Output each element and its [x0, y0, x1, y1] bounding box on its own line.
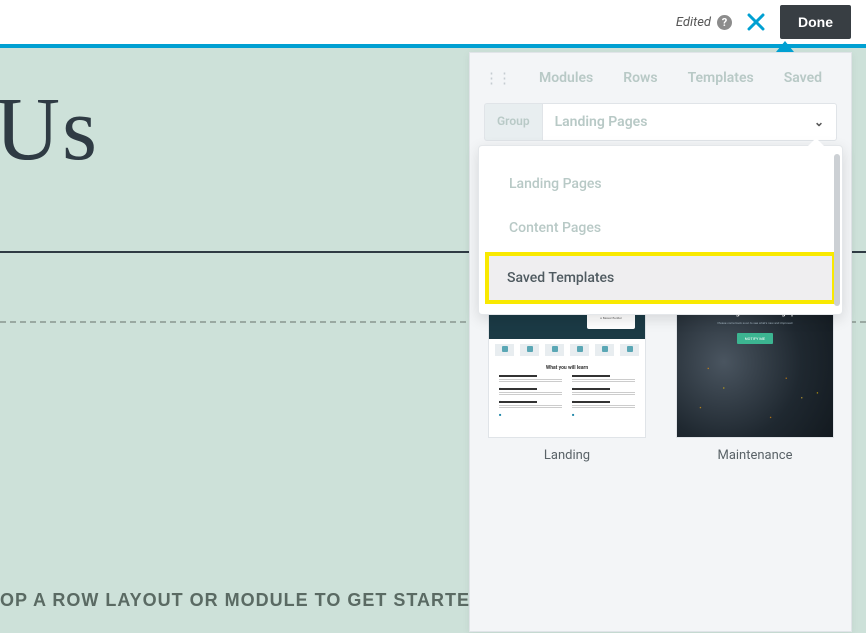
content-panel: ⋮⋮ Modules Rows Templates Saved Group La…	[469, 52, 852, 632]
drop-hint-text: OP A ROW LAYOUT OR MODULE TO GET STARTED	[0, 590, 484, 611]
done-button[interactable]: Done	[780, 5, 851, 39]
close-icon[interactable]	[746, 12, 766, 32]
dropdown-option-content-pages[interactable]: Content Pages	[487, 208, 834, 248]
top-toolbar: Edited ? Done	[0, 0, 866, 44]
group-select[interactable]: Landing Pages ⌄	[542, 103, 837, 141]
template-label: Maintenance	[717, 448, 792, 463]
tab-modules[interactable]: Modules	[531, 64, 601, 92]
feature-icon	[545, 344, 564, 356]
tab-saved[interactable]: Saved	[776, 64, 830, 92]
feature-icon	[495, 344, 514, 356]
group-selected-value: Landing Pages	[555, 114, 648, 130]
panel-pointer-icon	[776, 41, 794, 52]
scrollbar[interactable]	[834, 154, 840, 306]
feature-icon	[570, 344, 589, 356]
feature-icon	[595, 344, 614, 356]
thumb-maint-sub: Please come back soon to see what's new …	[705, 321, 804, 325]
edited-indicator: Edited ?	[676, 15, 732, 30]
sparks-decoration-icon	[677, 339, 833, 437]
drag-handle-icon[interactable]: ⋮⋮	[484, 69, 510, 87]
tab-rows[interactable]: Rows	[615, 64, 665, 92]
dropdown-option-landing-pages[interactable]: Landing Pages	[487, 164, 834, 204]
group-dropdown: Landing Pages Content Pages Saved Templa…	[478, 145, 843, 315]
help-icon[interactable]: ?	[717, 15, 732, 30]
chevron-down-icon: ⌄	[814, 115, 824, 129]
tab-templates[interactable]: Templates	[680, 64, 762, 92]
panel-tab-bar: ⋮⋮ Modules Rows Templates Saved	[470, 53, 851, 103]
thumb-sub: What you will learn	[489, 361, 645, 375]
feature-icon	[620, 344, 639, 356]
group-badge: Group	[484, 103, 542, 141]
thumb-maint-button: NOTIFY ME	[737, 333, 773, 344]
template-label: Landing	[544, 448, 590, 463]
edited-label: Edited	[676, 15, 711, 30]
dropdown-option-saved-templates[interactable]: Saved Templates	[485, 252, 836, 304]
feature-icon	[520, 344, 539, 356]
